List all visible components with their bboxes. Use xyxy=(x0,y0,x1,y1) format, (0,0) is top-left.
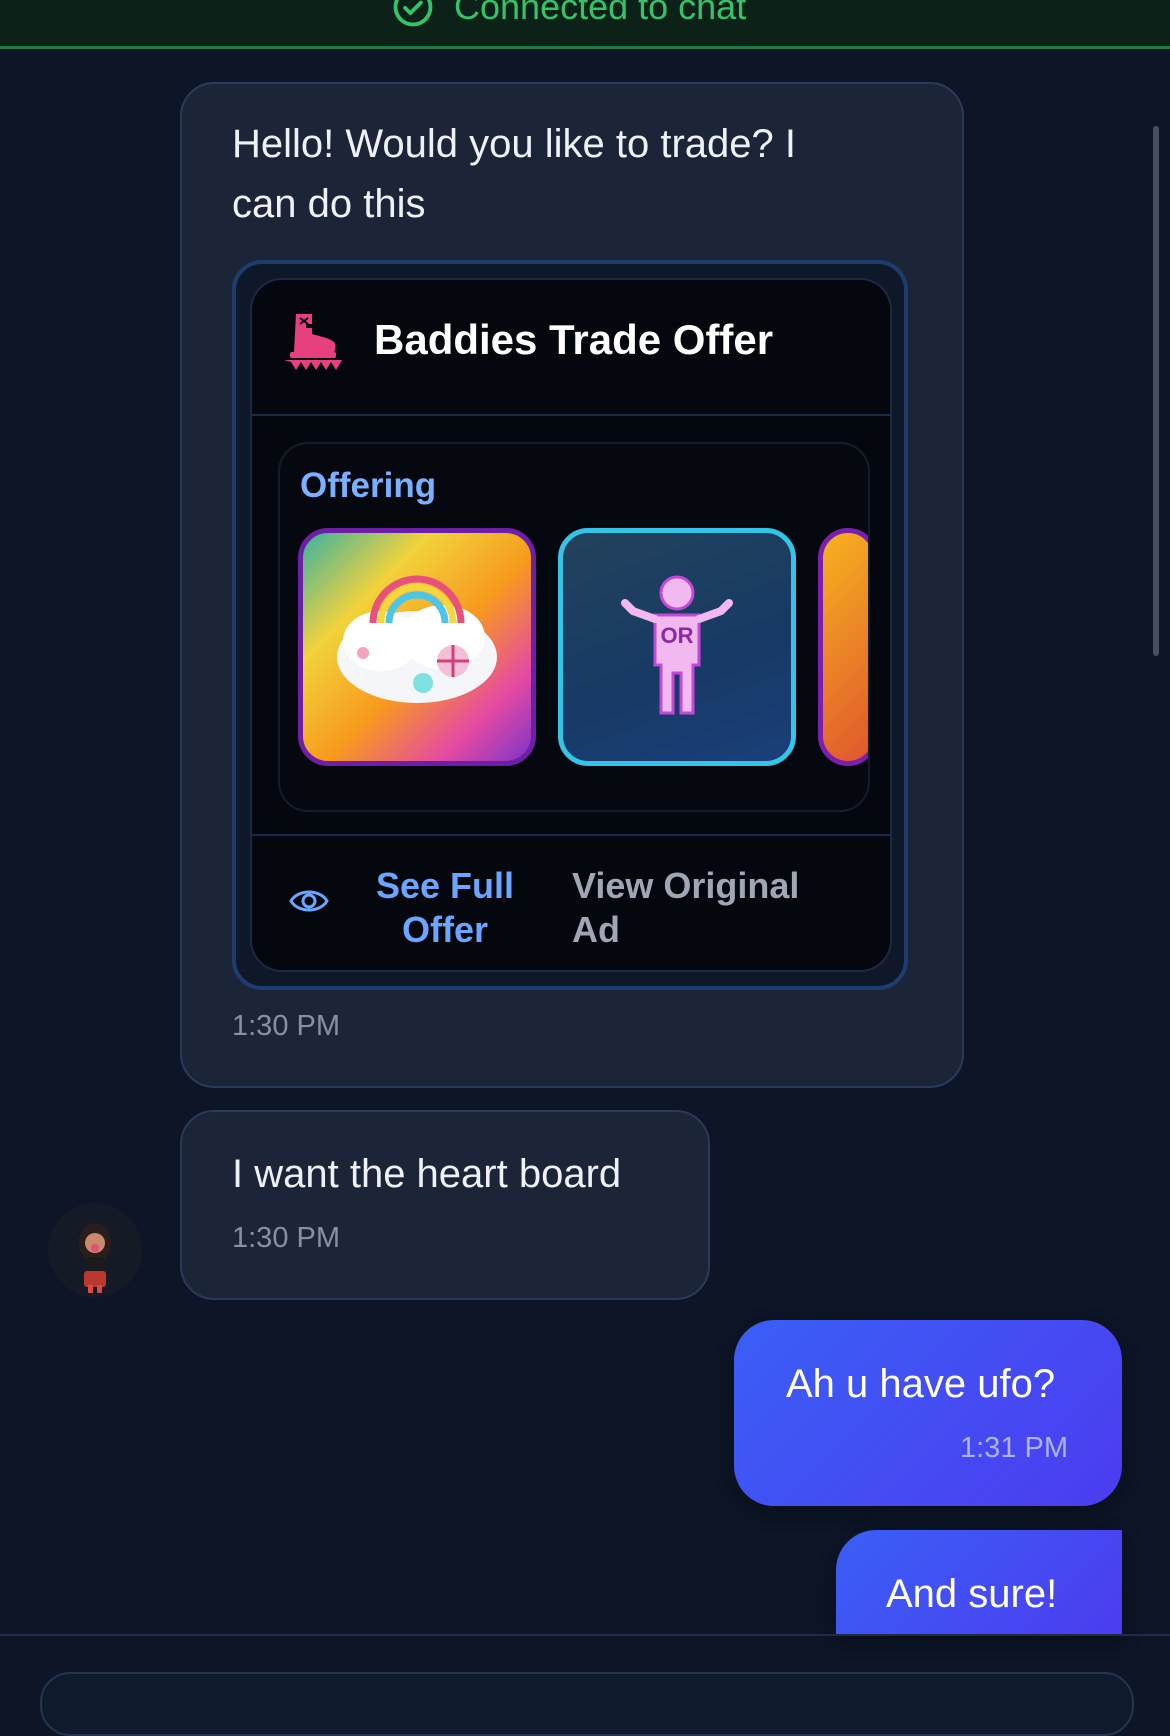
rainbow-cloud-item-icon xyxy=(337,575,497,703)
offer-item-partial[interactable] xyxy=(818,528,868,766)
scrollbar[interactable] xyxy=(1153,126,1159,656)
offer-item-or[interactable]: OR xyxy=(558,528,796,766)
connection-status-bar: Connected to chat xyxy=(0,0,1170,49)
message-time: 1:30 PM xyxy=(232,1222,340,1254)
offering-label: Offering xyxy=(300,466,437,505)
roller-skate-boot-icon xyxy=(284,314,342,370)
message-text: Hello! Would you like to trade? I can do… xyxy=(232,122,797,226)
message-text: I want the heart board xyxy=(232,1152,622,1196)
message-text: Ah u have ufo? xyxy=(786,1362,1056,1406)
user-avatar-icon xyxy=(79,1223,111,1293)
outgoing-message xyxy=(734,1320,1122,1506)
see-full-offer-button[interactable]: See Full Offer xyxy=(370,864,520,952)
connection-status-text: Connected to chat xyxy=(454,0,747,27)
trade-offer-actions: See Full Offer View Original Ad xyxy=(252,834,890,970)
offer-item-rainbow-cloud[interactable] xyxy=(298,528,536,766)
message-time: 1:31 PM xyxy=(960,1432,1068,1464)
message-time: 1:30 PM xyxy=(232,1010,340,1042)
check-circle-icon xyxy=(393,0,433,27)
trade-offer-header: Baddies Trade Offer xyxy=(252,280,890,416)
eye-icon xyxy=(289,890,329,912)
message-text: And sure! xyxy=(886,1572,1058,1616)
incoming-message xyxy=(180,1110,710,1300)
message-input[interactable] xyxy=(40,1672,1134,1736)
offering-section: Offering OR xyxy=(278,442,870,812)
view-original-ad-button[interactable]: View Original Ad xyxy=(572,864,832,952)
or-label: OR xyxy=(661,623,694,648)
avatar[interactable] xyxy=(48,1203,142,1297)
or-person-item-icon: OR xyxy=(621,575,733,715)
trade-offer-card[interactable]: Baddies Trade Offer Offering OR See Full… xyxy=(250,278,892,972)
connection-status: Connected to chat xyxy=(392,0,746,28)
composer-divider xyxy=(0,1634,1170,1636)
trade-offer-title: Baddies Trade Offer xyxy=(374,316,774,363)
